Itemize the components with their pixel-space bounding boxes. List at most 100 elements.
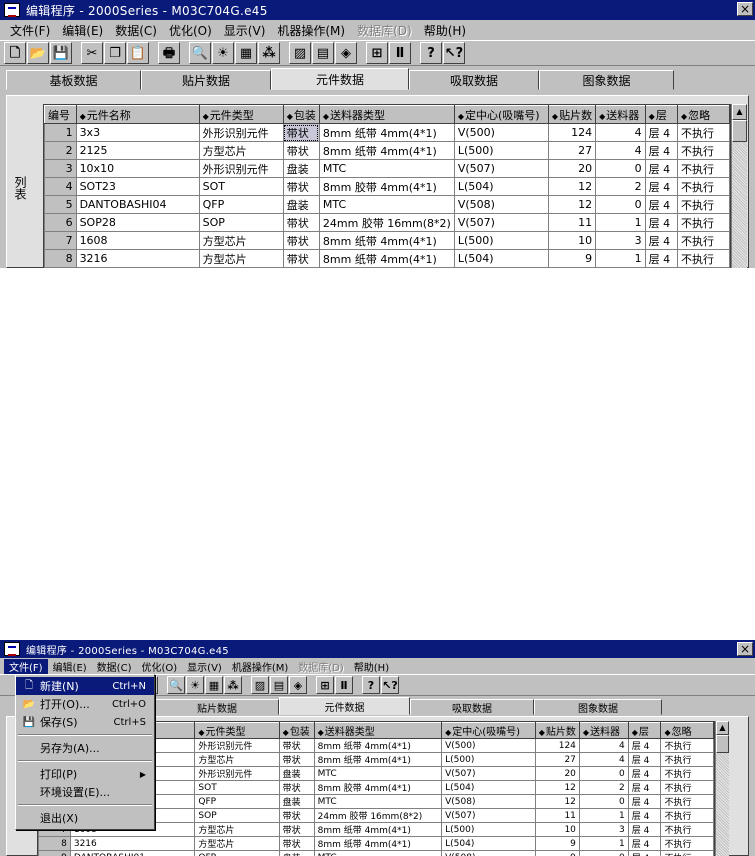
tab-4[interactable]: 图象数据 [539, 70, 674, 90]
table-cell[interactable]: 12 [547, 177, 597, 196]
table-row[interactable]: 8 3216 方型芯片 带状 8mm 纸带 4mm(4*1) L(504) 9 1 层 4 不执行 [44, 249, 730, 268]
table-cell[interactable]: SOT23 [75, 177, 200, 196]
context-help-button[interactable]: ↖? [381, 676, 399, 694]
table-cell[interactable]: L(500) [441, 822, 536, 837]
file-menu-item-6[interactable]: ·打印(P)▶ [16, 765, 154, 783]
table-cell[interactable]: 方型芯片 [194, 822, 280, 837]
table-cell[interactable]: 外形识别元件 [194, 766, 280, 781]
table-cell[interactable]: 不执行 [660, 752, 714, 767]
column-header-9[interactable]: ◆忽略 [677, 105, 730, 124]
scroll-thumb[interactable] [732, 120, 747, 142]
table-cell[interactable]: V(500) [453, 123, 549, 142]
table-cell[interactable]: 不执行 [660, 738, 714, 753]
scroll-up-button[interactable]: ▲ [732, 104, 747, 120]
column-header-2[interactable]: ◆元件类型 [198, 105, 284, 124]
menu-2[interactable]: 数据(C) [92, 659, 137, 674]
table-cell[interactable]: QFP [194, 850, 280, 856]
table-cell[interactable]: 层 4 [627, 850, 662, 856]
menu-1[interactable]: 编辑(E) [48, 659, 92, 674]
table-cell[interactable]: L(504) [453, 177, 549, 196]
table-cell[interactable]: L(504) [453, 249, 549, 268]
table-cell[interactable]: 8mm 纸带 4mm(4*1) [313, 752, 443, 767]
table-cell[interactable]: 8mm 胶带 4mm(4*1) [313, 780, 443, 795]
optimize-button[interactable]: ▨ [251, 676, 269, 694]
table-cell[interactable]: V(507) [453, 213, 549, 232]
table-cell[interactable]: 12 [534, 780, 580, 795]
column-header-7[interactable]: ◆送料器 [578, 722, 629, 739]
column-header-1[interactable]: ◆元件名称 [75, 105, 200, 124]
table-cell[interactable]: 层 4 [644, 195, 679, 214]
menu-2[interactable]: 数据(C) [109, 21, 163, 40]
table-cell[interactable]: 20 [534, 766, 580, 781]
table-cell[interactable]: 9 [547, 249, 597, 268]
table-cell[interactable]: 盘装 [278, 766, 315, 781]
table-row[interactable]: 71608方型芯片带状8mm 纸带 4mm(4*1)L(500)103层 4不执… [44, 231, 730, 250]
column-header-6[interactable]: ◆贴片数 [547, 105, 597, 124]
column-header-0[interactable]: 编号 [44, 105, 77, 124]
align-button[interactable]: Ⅱ [335, 676, 353, 694]
column-header-3[interactable]: ◆包装 [278, 722, 315, 739]
file-menu-item-4[interactable]: ·另存为(A)... [16, 739, 154, 757]
menu-3[interactable]: 优化(O) [136, 659, 182, 674]
copy-button[interactable]: ❐ [104, 42, 126, 64]
table-cell[interactable]: 不执行 [677, 123, 730, 142]
table-cell[interactable]: 带状 [278, 752, 315, 767]
table-cell[interactable]: 不执行 [660, 836, 714, 851]
table-cell[interactable]: MTC [313, 794, 443, 809]
table-cell[interactable]: 不执行 [677, 249, 730, 268]
table-cell[interactable]: MTC [313, 850, 443, 856]
table-cell[interactable]: 不执行 [660, 822, 714, 837]
table-cell[interactable]: 9 [534, 850, 580, 856]
table-cell[interactable]: 层 4 [644, 123, 679, 142]
table-cell[interactable]: 外形识别元件 [194, 738, 280, 753]
menu-5[interactable]: 机器操作(M) [227, 659, 293, 674]
table-cell[interactable]: 不执行 [660, 808, 714, 823]
table-cell[interactable]: 124 [534, 738, 580, 753]
help-button[interactable]: ? [362, 676, 380, 694]
file-menu-item-2[interactable]: 💾 保存(S) Ctrl+S [16, 713, 154, 731]
table-cell[interactable]: 层 4 [644, 177, 679, 196]
table-cell[interactable]: 8mm 纸带 4mm(4*1) [318, 123, 455, 142]
scroll-up-button[interactable]: ▲ [716, 721, 729, 735]
table-cell[interactable]: 层 4 [627, 794, 662, 809]
table-cell[interactable]: QFP [194, 794, 280, 809]
menu-1[interactable]: 编辑(E) [56, 21, 109, 40]
table-cell[interactable]: 外形识别元件 [198, 123, 284, 142]
grid-button[interactable]: ⊞ [316, 676, 334, 694]
table-cell[interactable]: 8mm 纸带 4mm(4*1) [318, 231, 455, 250]
paste-button[interactable]: 📋 [127, 42, 149, 64]
table-cell[interactable]: V(500) [441, 738, 536, 753]
table-cell[interactable]: DANTOBASHI01 [69, 850, 196, 856]
help-button[interactable]: ? [420, 42, 442, 64]
table-cell[interactable]: 8mm 纸带 4mm(4*1) [313, 822, 443, 837]
table-cell[interactable]: 4 [578, 752, 629, 767]
table-cell[interactable]: 0 [595, 159, 646, 178]
table-cell[interactable]: 带状 [278, 738, 315, 753]
table-cell[interactable]: 4 [595, 141, 646, 160]
table-cell[interactable]: 8mm 纸带 4mm(4*1) [318, 141, 455, 160]
cut-button[interactable]: ✂ [81, 42, 103, 64]
table-cell[interactable]: 10x10 [75, 159, 200, 178]
table-cell[interactable]: 24mm 胶带 16mm(8*2) [313, 808, 443, 823]
column-header-9[interactable]: ◆忽略 [660, 722, 714, 739]
table-cell[interactable]: 方型芯片 [198, 141, 284, 160]
find-button[interactable]: 🔍 [167, 676, 185, 694]
table-cell[interactable]: 方型芯片 [198, 249, 284, 268]
table-cell[interactable]: 不执行 [660, 766, 714, 781]
table-cell[interactable]: 带状 [282, 141, 320, 160]
column-header-8[interactable]: ◆层 [627, 722, 662, 739]
table-cell[interactable]: 层 4 [627, 808, 662, 823]
cube-button[interactable]: ◈ [335, 42, 357, 64]
table-cell[interactable]: V(507) [441, 808, 536, 823]
print-button[interactable]: 🖶 [158, 42, 180, 64]
table-cell[interactable]: 1 [578, 836, 629, 851]
table-cell[interactable]: L(500) [453, 231, 549, 250]
light-button[interactable]: ☀ [212, 42, 234, 64]
table-cell[interactable]: 4 [595, 123, 646, 142]
table-cell[interactable]: 盘装 [278, 850, 315, 856]
component-button[interactable]: ▦ [235, 42, 257, 64]
file-menu-item-1[interactable]: 📂 打开(O)... Ctrl+O [16, 695, 154, 713]
table-cell[interactable]: DANTOBASHI04 [75, 195, 200, 214]
table-cell[interactable]: L(504) [441, 836, 536, 851]
table-cell[interactable]: 8mm 纸带 4mm(4*1) [318, 249, 455, 268]
